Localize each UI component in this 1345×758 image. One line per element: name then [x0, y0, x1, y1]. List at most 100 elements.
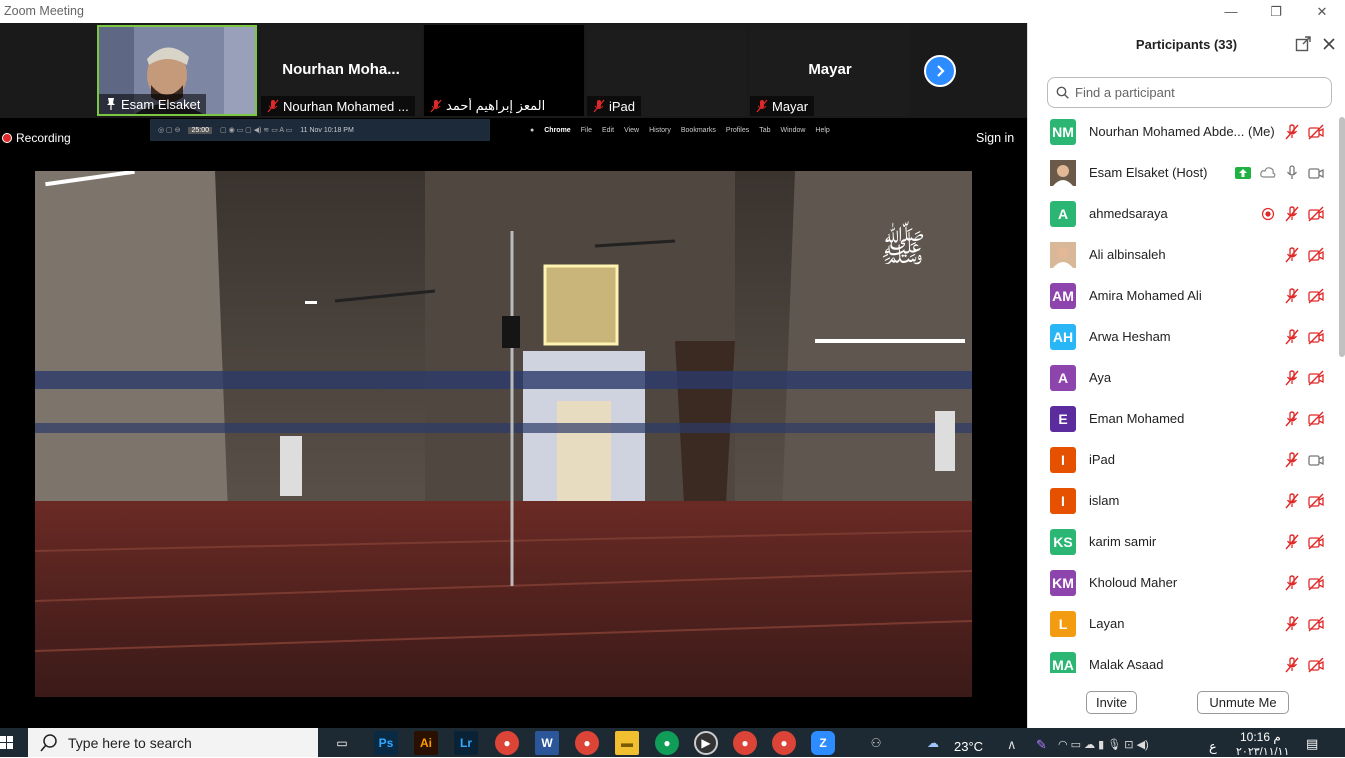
camera-off-icon[interactable]: [1308, 370, 1324, 386]
camera-off-icon[interactable]: [1308, 616, 1324, 632]
participant-avatar: A: [1050, 364, 1076, 391]
close-button[interactable]: ✕: [1299, 0, 1345, 23]
taskbar-search[interactable]: Type here to search: [28, 728, 318, 757]
next-page-button[interactable]: [924, 55, 956, 87]
camera-off-icon[interactable]: [1308, 329, 1324, 345]
camera-off-icon[interactable]: [1308, 206, 1324, 222]
participant-row[interactable]: L Layan: [1028, 603, 1338, 644]
camera-off-icon[interactable]: [1308, 575, 1324, 591]
participant-search[interactable]: [1047, 77, 1332, 108]
mic-muted-icon[interactable]: [1284, 656, 1300, 673]
lightroom-icon[interactable]: Lr: [454, 731, 478, 755]
minimize-button[interactable]: —: [1208, 0, 1254, 23]
camera-off-icon[interactable]: [1308, 124, 1324, 140]
participant-name: Aya: [1089, 370, 1112, 385]
video-tile-label: Esam Elsaket: [99, 94, 207, 114]
participant-row[interactable]: KS karim samir: [1028, 521, 1338, 562]
weather-icon[interactable]: ☁: [921, 731, 945, 755]
video-tile-nourhan[interactable]: Nourhan Moha... Nourhan Mohamed ...: [261, 25, 421, 116]
illustrator-icon[interactable]: Ai: [414, 731, 438, 755]
close-panel-icon[interactable]: [1321, 36, 1337, 52]
participant-row[interactable]: NM Nourhan Mohamed Abde... (Me): [1028, 111, 1338, 152]
mic-muted-icon[interactable]: [1284, 246, 1300, 263]
participant-row[interactable]: IiPad: [1028, 439, 1338, 480]
system-tray-icons[interactable]: ◠ ▭ ☁ ▮ 🎙 ⊡ ◀): [1058, 738, 1149, 751]
mac-menu-item: File: [580, 126, 592, 134]
taskbar-date[interactable]: ٢٠٢٣/١١/١١: [1236, 745, 1289, 758]
mac-menu-item: Tab: [759, 126, 771, 134]
pen-icon[interactable]: ✎: [1036, 737, 1047, 753]
participant-avatar: NM: [1050, 118, 1076, 145]
participant-search-input[interactable]: [1075, 85, 1325, 100]
participant-row[interactable]: KM Kholoud Maher: [1028, 562, 1338, 603]
unmute-me-button[interactable]: Unmute Me: [1197, 691, 1289, 714]
video-tile-ipad[interactable]: iPad: [587, 25, 747, 116]
show-hidden-icons[interactable]: ∧: [1007, 737, 1017, 753]
sign-in-link[interactable]: Sign in: [976, 131, 1014, 145]
notifications-icon[interactable]: ▤: [1306, 736, 1318, 752]
taskbar-clock[interactable]: 10:16 م: [1240, 730, 1281, 744]
camera-icon[interactable]: [1308, 452, 1324, 468]
mic-muted-icon[interactable]: [1284, 328, 1300, 345]
camera-off-icon[interactable]: [1308, 657, 1324, 673]
camera-off-icon[interactable]: [1308, 247, 1324, 263]
chrome-icon[interactable]: ●: [575, 731, 599, 755]
file-explorer-icon[interactable]: ▬: [615, 731, 639, 755]
participant-avatar: KS: [1050, 528, 1076, 555]
chrome-icon[interactable]: ●: [772, 731, 796, 755]
chrome-icon[interactable]: ●: [733, 731, 757, 755]
recording-indicator[interactable]: Recording: [0, 127, 77, 149]
invite-button[interactable]: Invite: [1086, 691, 1137, 714]
chrome-icon[interactable]: ●: [655, 731, 679, 755]
participant-row[interactable]: A Aya: [1028, 357, 1338, 398]
participant-avatar: [1050, 159, 1076, 186]
participant-list-scrollbar[interactable]: [1338, 111, 1345, 673]
participant-avatar: AM: [1050, 282, 1076, 309]
zoom-icon[interactable]: Z: [811, 731, 835, 755]
participant-row[interactable]: Iislam: [1028, 480, 1338, 521]
participant-row[interactable]: AM Amira Mohamed Ali: [1028, 275, 1338, 316]
restore-button[interactable]: ❐: [1253, 0, 1299, 23]
media-player-icon[interactable]: ▶: [694, 731, 718, 755]
meeting-area: Esam Elsaket Nourhan Moha... Nourhan Moh…: [0, 23, 1027, 728]
windows-start-icon[interactable]: [0, 736, 14, 750]
camera-off-icon[interactable]: [1308, 411, 1324, 427]
mic-muted-icon[interactable]: [1284, 287, 1300, 304]
photoshop-icon[interactable]: Ps: [374, 731, 398, 755]
mic-muted-icon[interactable]: [1284, 369, 1300, 386]
participant-row[interactable]: Ali albinsaleh: [1028, 234, 1338, 275]
camera-off-icon[interactable]: [1308, 493, 1324, 509]
mic-muted-icon[interactable]: [1284, 205, 1300, 222]
mic-muted-icon[interactable]: [1284, 533, 1300, 550]
window-title: Zoom Meeting: [4, 4, 84, 18]
mic-muted-icon[interactable]: [1284, 451, 1300, 468]
mic-muted-icon[interactable]: [1284, 410, 1300, 427]
participant-row[interactable]: AH Arwa Hesham: [1028, 316, 1338, 357]
participant-row[interactable]: E Eman Mohamed: [1028, 398, 1338, 439]
mic-muted-icon: [593, 99, 605, 113]
people-icon[interactable]: ⚇: [864, 731, 888, 755]
mac-app-name: Chrome: [544, 126, 571, 134]
mic-muted-icon[interactable]: [1284, 574, 1300, 591]
camera-icon[interactable]: [1308, 165, 1324, 181]
video-tile-almoez[interactable]: المعز إبراهيم أحمد: [424, 25, 584, 116]
weather-temperature[interactable]: 23°C: [954, 739, 983, 754]
mic-muted-icon[interactable]: [1284, 492, 1300, 509]
mic-muted-icon[interactable]: [1284, 123, 1300, 140]
participant-row[interactable]: MA Malak Asaad: [1028, 644, 1338, 673]
chrome-icon[interactable]: ●: [495, 731, 519, 755]
camera-off-icon[interactable]: [1308, 534, 1324, 550]
participant-name: Eman Mohamed: [1089, 411, 1185, 426]
video-tile-esam[interactable]: Esam Elsaket: [97, 25, 257, 116]
mic-icon[interactable]: [1284, 164, 1300, 181]
video-tile-mayar[interactable]: Mayar Mayar: [750, 25, 910, 116]
camera-off-icon[interactable]: [1308, 288, 1324, 304]
task-view-icon[interactable]: ▭: [330, 731, 354, 755]
participant-row[interactable]: Aahmedsaraya: [1028, 193, 1338, 234]
search-icon: [1056, 86, 1069, 99]
mic-muted-icon[interactable]: [1284, 615, 1300, 632]
input-language[interactable]: ع: [1209, 739, 1217, 755]
word-icon[interactable]: W: [535, 731, 559, 755]
participant-row[interactable]: Esam Elsaket (Host): [1028, 152, 1338, 193]
popout-icon[interactable]: [1295, 36, 1311, 52]
